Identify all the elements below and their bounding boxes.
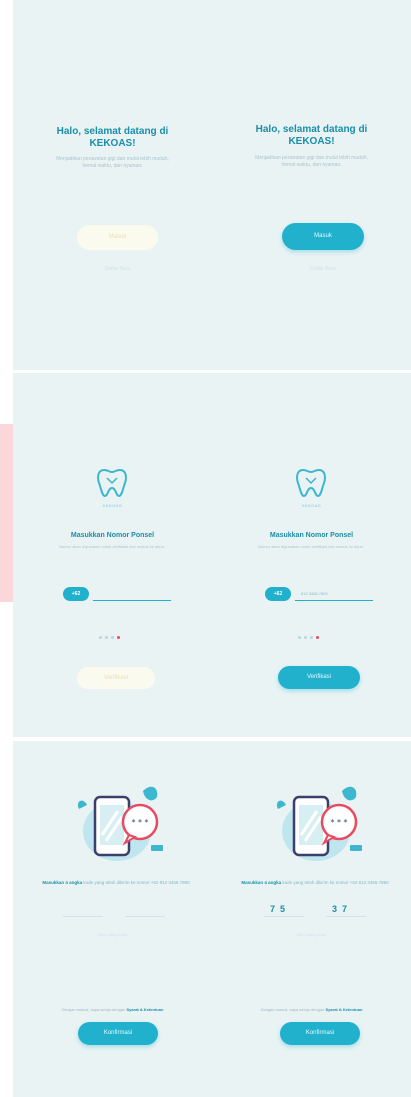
login-button[interactable]: Masuk — [282, 223, 364, 250]
svg-text:* * *: * * * — [330, 818, 347, 827]
otp-instructions: Masukkan 4 angka kode yang telah dikirim… — [240, 879, 390, 886]
otp-screen-filled: * * * Masukkan 4 angka kode yang telah d… — [212, 741, 411, 1097]
tooth-icon — [296, 468, 326, 498]
otp-digits-group-1[interactable]: 75 — [270, 904, 290, 914]
page-dot — [99, 636, 102, 639]
page-dot — [304, 636, 307, 639]
welcome-title-line1: Halo, selamat datang di — [56, 126, 169, 137]
page-dot — [105, 636, 108, 639]
verify-button[interactable]: Verifikasi — [77, 667, 155, 689]
otp-title-rest: kode yang telah dikirim ke nomor +62 812… — [83, 880, 190, 885]
welcome-title-line1: Halo, selamat datang di — [255, 124, 368, 135]
otp-title-rest: kode yang telah dikirim ke nomor +62 812… — [282, 880, 389, 885]
resend-code-link[interactable]: Kirim ulang kode — [13, 932, 212, 937]
page-dot-active — [117, 636, 120, 639]
welcome-title: Halo, selamat datang di KEKOAS! — [212, 124, 411, 148]
welcome-title: Halo, selamat datang di KEKOAS! — [13, 126, 212, 150]
policy-text: Dengan masuk, saya setuju dengan Syarat … — [212, 1007, 411, 1012]
page-dot-active — [316, 636, 319, 639]
page-indicator — [298, 636, 328, 640]
otp-input-line — [326, 916, 366, 917]
phone-input[interactable] — [93, 587, 171, 601]
phone-screen-filled: KEKOAS Masukkan Nomor Ponsel Nomor akan … — [212, 373, 411, 737]
otp-title-bold: Masukkan 4 angka — [241, 880, 282, 885]
otp-screen-empty: * * * Masukkan 4 angka kode yang telah d… — [13, 741, 212, 1097]
phone-screen-empty: KEKOAS Masukkan Nomor Ponsel Nomor akan … — [13, 373, 212, 737]
svg-text:* * *: * * * — [131, 818, 148, 827]
otp-digits-group-2[interactable]: 37 — [332, 904, 352, 914]
policy-link[interactable]: Syarat & Ketentuan — [127, 1007, 164, 1012]
tooth-icon — [97, 468, 127, 498]
welcome-screen-disabled: Halo, selamat datang di KEKOAS! Menjadik… — [13, 0, 212, 370]
welcome-title-line2: KEKOAS! — [89, 138, 136, 149]
welcome-subtitle: Menjadikan perawatan gigi dan mulut lebi… — [255, 155, 368, 168]
page-dot — [298, 636, 301, 639]
otp-input-line — [264, 916, 304, 917]
brand-label: KEKOAS — [102, 503, 123, 508]
phone-panel: KEKOAS Masukkan Nomor Ponsel Nomor akan … — [13, 373, 411, 737]
register-link[interactable]: Daftar Baru — [282, 266, 364, 272]
otp-digit: 5 — [280, 904, 291, 914]
otp-instructions: Masukkan 4 angka kode yang telah dikirim… — [41, 879, 191, 886]
otp-digit: 7 — [342, 904, 353, 914]
page-indicator — [99, 636, 129, 640]
otp-input-line[interactable] — [63, 916, 103, 917]
register-link[interactable]: Daftar Baru — [77, 266, 158, 272]
phone-chat-illustration: * * * — [276, 786, 362, 861]
country-code-chip[interactable]: +62 — [63, 587, 89, 601]
otp-title-bold: Masukkan 4 angka — [42, 880, 83, 885]
policy-link[interactable]: Syarat & Ketentuan — [326, 1007, 363, 1012]
confirm-button[interactable]: Konfirmasi — [78, 1022, 158, 1045]
side-accent-bar — [0, 424, 13, 602]
country-code-chip[interactable]: +62 — [265, 587, 291, 601]
policy-text: Dengan masuk, saya setuju dengan Syarat … — [13, 1007, 212, 1012]
page-dot — [111, 636, 114, 639]
confirm-button[interactable]: Konfirmasi — [280, 1022, 360, 1045]
welcome-title-line2: KEKOAS! — [288, 136, 335, 147]
otp-panel: * * * Masukkan 4 angka kode yang telah d… — [13, 741, 411, 1097]
welcome-subtitle: Menjadikan perawatan gigi dan mulut lebi… — [56, 156, 169, 169]
phone-input[interactable]: 812 3456 7890 — [295, 587, 373, 601]
welcome-screen-active: Halo, selamat datang di KEKOAS! Menjadik… — [212, 0, 411, 370]
phone-title: Masukkan Nomor Ponsel — [70, 532, 155, 539]
otp-input-line[interactable] — [125, 916, 165, 917]
otp-digit: 3 — [332, 904, 343, 914]
policy-prefix: Dengan masuk, saya setuju dengan — [61, 1007, 126, 1012]
brand-label: KEKOAS — [301, 503, 322, 508]
phone-subtitle: Nomor akan digunakan untuk verifikasi da… — [258, 544, 364, 549]
verify-button[interactable]: Verifikasi — [278, 666, 360, 689]
welcome-panel: Halo, selamat datang di KEKOAS! Menjadik… — [13, 0, 411, 370]
policy-prefix: Dengan masuk, saya setuju dengan — [260, 1007, 325, 1012]
phone-subtitle: Nomor akan digunakan untuk verifikasi da… — [59, 544, 165, 549]
phone-chat-illustration: * * * — [77, 786, 163, 861]
page-dot — [310, 636, 313, 639]
login-button[interactable]: Masuk — [77, 225, 158, 250]
otp-digit: 7 — [270, 904, 281, 914]
resend-code-link[interactable]: Kirim ulang kode — [212, 932, 411, 937]
phone-title: Masukkan Nomor Ponsel — [269, 532, 354, 539]
